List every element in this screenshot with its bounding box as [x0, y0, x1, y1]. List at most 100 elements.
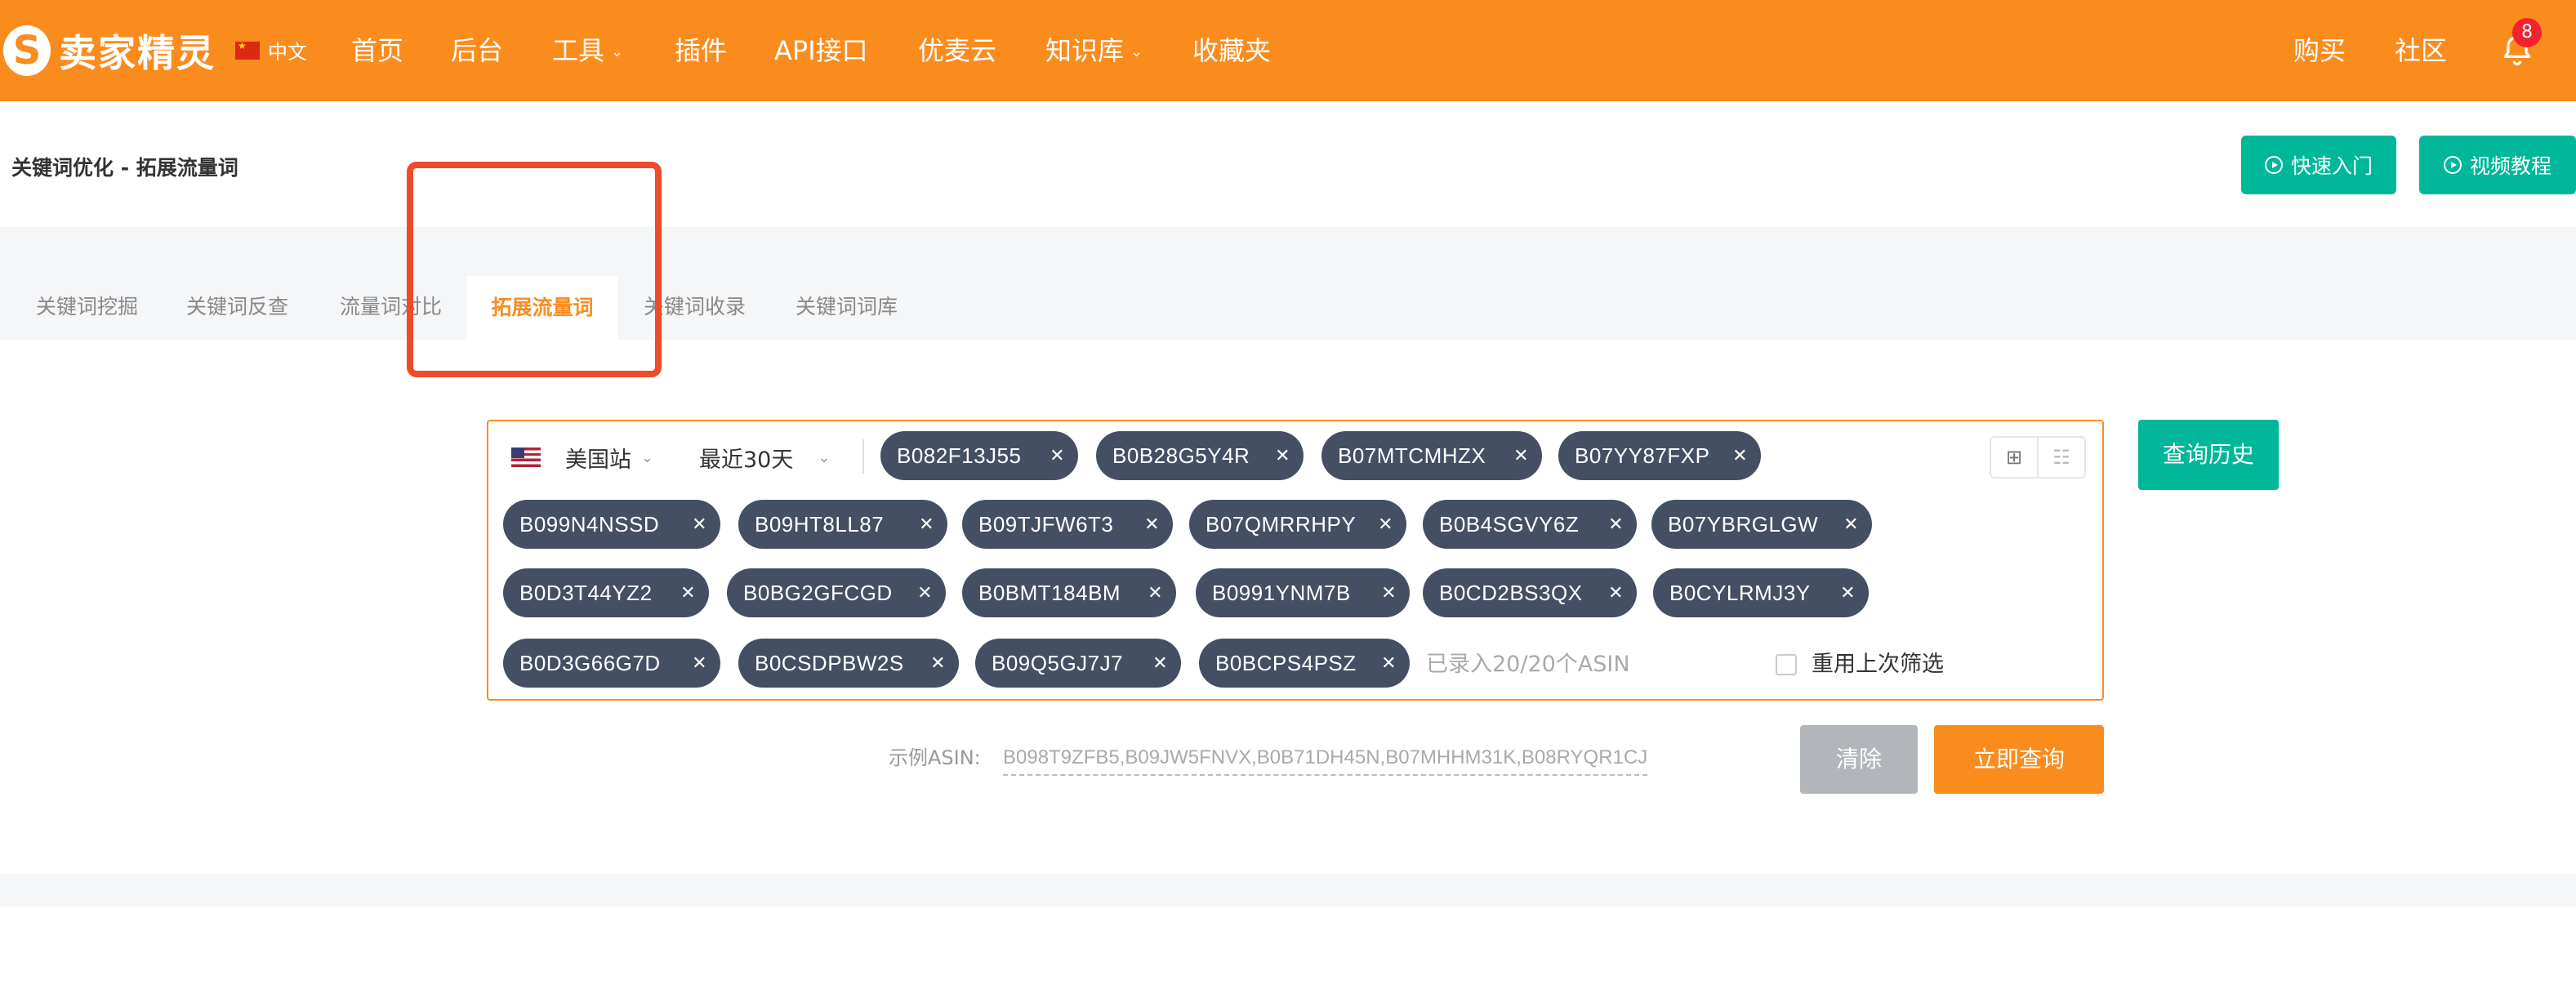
nav-home[interactable]: 首页 [351, 31, 403, 70]
tab-keyword-library[interactable]: 关键词词库 [796, 291, 898, 323]
chevron-down-icon: ⌄ [1130, 43, 1143, 60]
asin-tag: B0991YNM7B ✕ [1196, 568, 1410, 617]
asin-tag-label: B099N4NSSD [519, 512, 660, 537]
play-icon [2264, 156, 2283, 174]
asin-tag: B0B28G5Y4R ✕ [1096, 431, 1304, 480]
asin-tag-label: B0B4SGVY6Z [1439, 512, 1580, 537]
reuse-filter-checkbox[interactable]: 重用上次筛选 [1776, 647, 1944, 683]
asin-tag: B082F13J55 ✕ [880, 431, 1078, 480]
close-icon[interactable]: ✕ [1275, 431, 1290, 480]
asin-tag: B09HT8LL87 ✕ [738, 500, 947, 549]
video-tutorial-button[interactable]: 视频教程 [2419, 136, 2576, 194]
video-tutorial-label: 视频教程 [2469, 154, 2551, 178]
close-icon[interactable]: ✕ [919, 500, 934, 549]
close-icon[interactable]: ✕ [930, 639, 946, 688]
close-icon[interactable]: ✕ [1378, 500, 1393, 549]
reuse-filter-label: 重用上次筛选 [1812, 652, 1944, 677]
period-select[interactable]: 最近30天 ⌄ [699, 438, 830, 477]
nav-buy[interactable]: 购买 [2293, 31, 2346, 70]
breadcrumb: 关键词优化 - 拓展流量词 [11, 156, 238, 180]
clear-button[interactable]: 清除 [1800, 725, 1918, 794]
query-history-button[interactable]: 查询历史 [2138, 420, 2279, 490]
nav-tools-label: 工具 [552, 35, 605, 66]
view-toggle[interactable]: ⊞ ☷ [1990, 436, 2086, 479]
close-icon[interactable]: ✕ [680, 568, 696, 617]
chevron-down-icon: ⌄ [818, 448, 831, 466]
site-select[interactable]: 美国站 ⌄ [511, 438, 653, 477]
language-label: 中文 [268, 41, 307, 64]
nav-youmai[interactable]: 优麦云 [918, 31, 996, 70]
asin-tag: B0CD2BS3QX ✕ [1423, 568, 1637, 617]
nav-knowledge[interactable]: 知识库 ⌄ [1045, 31, 1143, 72]
asin-tag: B07MTCMHZX ✕ [1321, 431, 1542, 480]
asin-tag-label: B0BCPS4PSZ [1215, 651, 1357, 675]
close-icon[interactable]: ✕ [1608, 568, 1624, 617]
asin-tag: B0D3T44YZ2 ✕ [503, 568, 709, 617]
asin-tag: B0BG2GFCGD ✕ [727, 568, 946, 617]
close-icon[interactable]: ✕ [1732, 431, 1748, 480]
close-icon[interactable]: ✕ [692, 639, 707, 688]
tab-keyword-reverse[interactable]: 关键词反查 [186, 291, 288, 323]
asin-tag-label: B09Q5GJ7J7 [992, 651, 1124, 675]
example-asin-link[interactable]: B098T9ZFB5,B09JW5FNVX,B0B71DH45N,B07MHHM… [1003, 741, 1648, 776]
asin-tag: B0B4SGVY6Z ✕ [1423, 500, 1637, 549]
us-flag-icon [511, 448, 541, 467]
close-icon[interactable]: ✕ [1148, 568, 1163, 617]
close-icon[interactable]: ✕ [692, 500, 707, 549]
close-icon[interactable]: ✕ [917, 568, 933, 617]
asin-tag: B0BMT184BM ✕ [962, 568, 1176, 617]
nav-favorites[interactable]: 收藏夹 [1192, 31, 1271, 70]
grid-view-icon[interactable]: ⊞ [1991, 438, 2037, 477]
asin-tag: B0BCPS4PSZ ✕ [1199, 639, 1410, 688]
asin-tag: B0CSDPBW2S ✕ [738, 639, 959, 688]
language-switch[interactable]: 中文 [235, 36, 307, 65]
close-icon[interactable]: ✕ [1513, 431, 1529, 480]
asin-tag-label: B0CD2BS3QX [1439, 581, 1583, 605]
nav-api[interactable]: API接口 [774, 31, 868, 70]
tab-keyword-mining[interactable]: 关键词挖掘 [36, 291, 138, 323]
asin-tag: B0D3G66G7D ✕ [503, 639, 720, 688]
asin-tag-label: B0D3T44YZ2 [519, 581, 653, 605]
divider [862, 439, 864, 474]
nav-plugins[interactable]: 插件 [675, 31, 727, 70]
site-label: 美国站 [565, 447, 631, 473]
close-icon[interactable]: ✕ [1840, 568, 1856, 617]
notification-badge: 8 [2512, 18, 2542, 47]
asin-tag: B07QMRRHPY ✕ [1189, 500, 1406, 549]
asin-count-text: 已录入20/20个ASIN [1426, 652, 1630, 677]
chevron-down-icon: ⌄ [641, 448, 654, 466]
quick-start-button[interactable]: 快速入门 [2241, 136, 2396, 194]
china-flag-icon [235, 40, 260, 60]
asin-tag-label: B07MTCMHZX [1338, 443, 1486, 468]
query-now-button[interactable]: 立即查询 [1934, 725, 2104, 794]
close-icon[interactable]: ✕ [1381, 639, 1397, 688]
nav-tools[interactable]: 工具 ⌄ [552, 31, 623, 72]
asin-tag-label: B082F13J55 [897, 443, 1022, 468]
brand-logo[interactable]: 卖家精灵 [0, 16, 216, 85]
asin-tag: B099N4NSSD ✕ [503, 500, 720, 549]
close-icon[interactable]: ✕ [1152, 639, 1168, 688]
close-icon[interactable]: ✕ [1381, 568, 1397, 617]
asin-tag-label: B09HT8LL87 [755, 512, 885, 537]
asin-tag-label: B0CYLRMJ3Y [1669, 581, 1811, 605]
asin-tag-label: B0B28G5Y4R [1112, 443, 1250, 468]
close-icon[interactable]: ✕ [1050, 431, 1065, 480]
asin-tag: B07YBRGLGW ✕ [1651, 500, 1872, 549]
close-icon[interactable]: ✕ [1843, 500, 1859, 549]
close-icon[interactable]: ✕ [1144, 500, 1160, 549]
play-icon [2443, 156, 2462, 174]
asin-tag: B09TJFW6T3 ✕ [962, 500, 1173, 549]
nav-backend[interactable]: 后台 [451, 31, 503, 70]
close-icon[interactable]: ✕ [1608, 500, 1624, 549]
nav-community[interactable]: 社区 [2395, 31, 2447, 70]
asin-tag-label: B07YY87FXP [1575, 443, 1710, 468]
checkbox-icon[interactable] [1776, 654, 1797, 675]
asin-tag-label: B07QMRRHPY [1206, 512, 1357, 537]
asin-tag-label: B0D3G66G7D [519, 651, 661, 675]
asin-tag: B07YY87FXP ✕ [1558, 431, 1761, 480]
asin-tag: B09Q5GJ7J7 ✕ [975, 639, 1181, 688]
section-divider [0, 874, 2576, 906]
asin-tag-label: B07YBRGLGW [1668, 512, 1819, 537]
list-view-icon[interactable]: ☷ [2037, 438, 2084, 477]
nav-knowledge-label: 知识库 [1045, 35, 1125, 66]
